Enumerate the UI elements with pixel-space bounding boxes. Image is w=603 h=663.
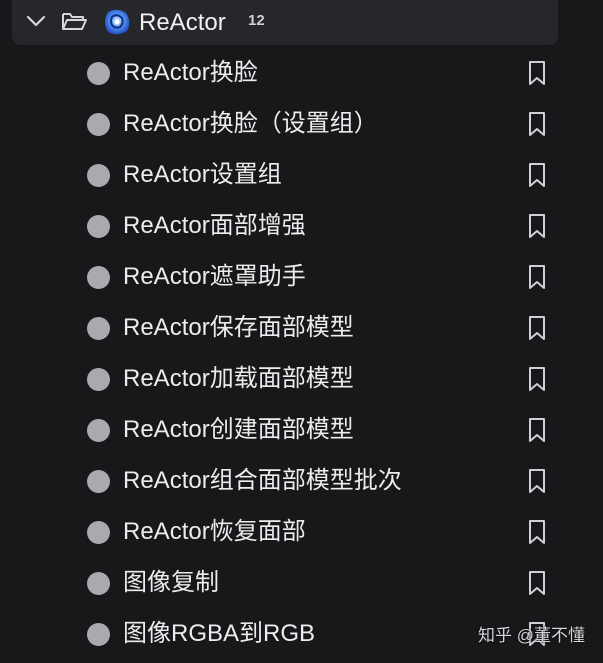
group-title: ReActor: [139, 9, 226, 36]
group-header[interactable]: ReActor 12: [12, 0, 558, 45]
node-item[interactable]: ReActor遮罩助手: [0, 252, 603, 303]
node-dot-icon: [87, 572, 110, 595]
node-item[interactable]: 图像复制: [0, 558, 603, 609]
node-label: ReActor换脸（设置组）: [123, 110, 378, 137]
bookmark-icon[interactable]: [526, 570, 548, 596]
node-label: ReActor遮罩助手: [123, 263, 306, 290]
node-item[interactable]: ReActor创建面部模型: [0, 405, 603, 456]
node-item[interactable]: ReActor加载面部模型: [0, 354, 603, 405]
node-label: ReActor加载面部模型: [123, 365, 354, 392]
node-list: ReActor换脸 ReActor换脸（设置组） ReActor设置组 ReAc…: [0, 48, 603, 660]
bookmark-icon[interactable]: [526, 315, 548, 341]
node-item[interactable]: ReActor换脸（设置组）: [0, 99, 603, 150]
node-dot-icon: [87, 62, 110, 85]
bookmark-icon[interactable]: [526, 162, 548, 188]
bookmark-icon[interactable]: [526, 366, 548, 392]
node-library-panel: ReActor 12 ReActor换脸 ReActor换脸（设置组） ReAc…: [0, 0, 603, 663]
bookmark-icon[interactable]: [526, 60, 548, 86]
node-item[interactable]: ReActor恢复面部: [0, 507, 603, 558]
node-label: ReActor恢复面部: [123, 518, 306, 545]
bookmark-icon[interactable]: [526, 468, 548, 494]
node-item[interactable]: ReActor面部增强: [0, 201, 603, 252]
node-dot-icon: [87, 317, 110, 340]
node-label: ReActor保存面部模型: [123, 314, 354, 341]
bookmark-icon[interactable]: [526, 213, 548, 239]
node-item[interactable]: ReActor组合面部模型批次: [0, 456, 603, 507]
bookmark-icon[interactable]: [526, 264, 548, 290]
node-count-badge: 12: [248, 12, 265, 29]
node-dot-icon: [87, 164, 110, 187]
node-dot-icon: [87, 470, 110, 493]
node-label: 图像复制: [123, 569, 219, 596]
node-dot-icon: [87, 521, 110, 544]
node-dot-icon: [87, 368, 110, 391]
chevron-down-icon[interactable]: [25, 10, 47, 32]
reactor-logo-icon: [105, 9, 130, 35]
node-label: ReActor创建面部模型: [123, 416, 354, 443]
node-dot-icon: [87, 215, 110, 238]
node-label: ReActor换脸: [123, 59, 258, 86]
bookmark-icon[interactable]: [526, 519, 548, 545]
node-dot-icon: [87, 623, 110, 646]
node-label: 图像RGBA到RGB: [123, 620, 316, 647]
node-item[interactable]: ReActor设置组: [0, 150, 603, 201]
node-item[interactable]: ReActor保存面部模型: [0, 303, 603, 354]
node-label: ReActor组合面部模型批次: [123, 467, 402, 494]
folder-open-icon: [62, 13, 87, 30]
bookmark-icon[interactable]: [526, 417, 548, 443]
node-label: ReActor面部增强: [123, 212, 306, 239]
watermark: 知乎 @董不懂: [478, 626, 585, 645]
node-label: ReActor设置组: [123, 161, 282, 188]
node-dot-icon: [87, 113, 110, 136]
node-item[interactable]: ReActor换脸: [0, 48, 603, 99]
bookmark-icon[interactable]: [526, 111, 548, 137]
node-dot-icon: [87, 419, 110, 442]
node-dot-icon: [87, 266, 110, 289]
